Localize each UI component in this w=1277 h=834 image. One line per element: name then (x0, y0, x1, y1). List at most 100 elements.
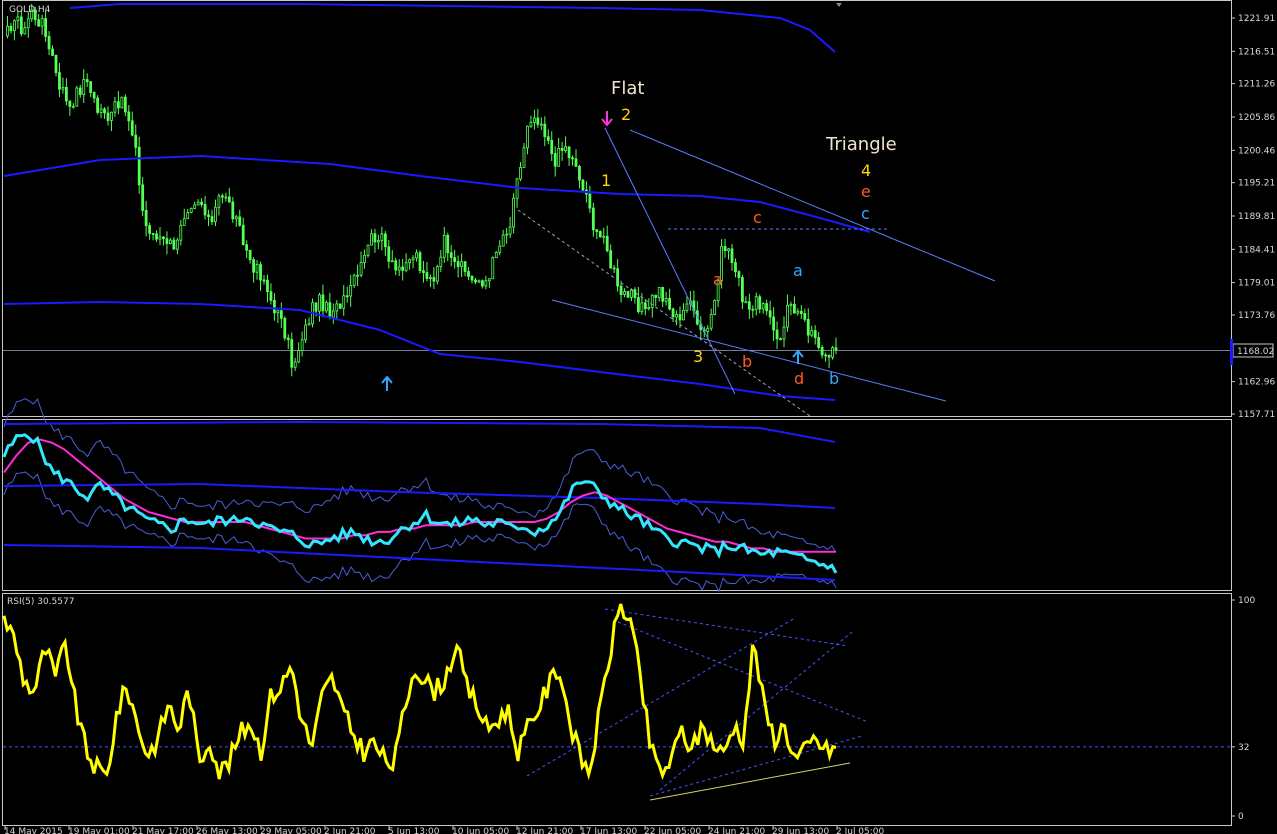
symbol-label: GOLD,H4 (9, 5, 51, 15)
candle-body (404, 262, 408, 271)
candle-body (595, 229, 599, 232)
candle-body (144, 210, 148, 227)
candle-body (47, 35, 51, 50)
ind-upper-envelope (3, 420, 836, 443)
candle-body (723, 246, 727, 252)
price-tick-label: 1184.41 (1238, 245, 1275, 255)
candle-body (664, 298, 668, 302)
candle-body (89, 81, 93, 93)
wave-b-blue-label: b (829, 369, 839, 388)
candle-body (103, 108, 106, 114)
candle-body (65, 86, 68, 102)
candle-body (772, 316, 775, 331)
candle-body (550, 140, 554, 154)
upper-trendline (629, 129, 996, 282)
candle-body (793, 303, 796, 314)
candle-body (276, 310, 280, 314)
candle-body (68, 100, 72, 107)
main-price-panel[interactable] (3, 3, 1231, 417)
candle-body (477, 280, 481, 283)
candle-body (141, 184, 145, 211)
candle-body (224, 196, 228, 199)
candle-body (117, 101, 120, 109)
middle-envelope-line (3, 154, 871, 233)
rsi-trend-dashed (604, 608, 849, 647)
candle-body (456, 261, 460, 267)
current-price-label: 1168.02 (1237, 347, 1274, 357)
candle-body (578, 165, 581, 181)
candle-body (543, 123, 547, 138)
candle-body (71, 105, 75, 108)
candle-body (564, 146, 567, 151)
candle-body (494, 251, 498, 259)
price-tick-label: 1157.71 (1238, 410, 1275, 420)
wave-e-label: e (861, 182, 871, 201)
candle-body (394, 260, 398, 271)
candle-body (338, 303, 342, 309)
candle-body (761, 303, 765, 310)
candles[interactable] (6, 3, 838, 377)
candle-body (539, 123, 543, 126)
up-arrow-icon (381, 375, 393, 391)
price-tick-label: 1221.91 (1238, 14, 1275, 24)
candle-body (300, 339, 304, 352)
candle-body (123, 96, 127, 113)
candle-body (397, 266, 401, 271)
candle-body (37, 19, 41, 27)
candle-body (827, 354, 831, 358)
candle-body (82, 79, 86, 95)
candle-body (616, 268, 619, 287)
time-tick-label: 26 May 13:00 (196, 827, 258, 834)
candle-body (643, 302, 647, 310)
chart-window: 1221.91 1216.51 1211.26 1205.86 1200.46 1195.… (0, 0, 1277, 834)
candle-body (241, 224, 245, 246)
candle-body (54, 55, 58, 74)
candle-body (12, 20, 16, 32)
time-tick-label: 29 Jun 13:00 (772, 827, 829, 834)
candle-body (810, 330, 814, 336)
candle-body (730, 248, 734, 263)
candle-body (380, 233, 384, 241)
time-tick-label: 17 Jun 13:00 (580, 827, 637, 834)
candle-body (782, 326, 786, 340)
wave-a-blue-label: a (793, 261, 803, 280)
candle-body (425, 272, 429, 279)
candle-body (99, 108, 103, 113)
candle-body (768, 310, 772, 318)
candle-body (480, 280, 484, 287)
time-tick-label: 29 May 05:00 (260, 827, 322, 834)
candle-body (165, 238, 169, 245)
candle-body (245, 244, 249, 251)
cyan-oscillator-line (2, 433, 838, 574)
chart-canvas[interactable]: 1221.91 1216.51 1211.26 1205.86 1200.46 1195.… (0, 0, 1277, 834)
candle-body (682, 309, 685, 321)
time-tick-label: 14 May 2015 (4, 827, 63, 834)
candle-body (754, 296, 758, 310)
candle-body (248, 249, 252, 261)
wave-3-label: 3 (693, 347, 703, 366)
candle-body (765, 303, 769, 312)
chart-shift-icon[interactable] (836, 3, 842, 7)
candle-body (272, 299, 276, 314)
rsi-trend-dashed (526, 617, 796, 777)
indicator-panel[interactable] (2, 398, 838, 593)
candle-body (186, 211, 190, 220)
price-tick-label: 1189.81 (1238, 212, 1275, 222)
price-tick-label: 1162.96 (1238, 378, 1275, 388)
candle-body (179, 224, 183, 241)
candle-body (85, 79, 89, 83)
candle-body (581, 179, 585, 191)
candle-body (356, 274, 360, 277)
candle-body (571, 157, 574, 160)
rsi-label: RSI(5) 30.5577 (7, 597, 74, 607)
candle-body (567, 146, 571, 159)
rsi-panel[interactable] (2, 603, 1231, 801)
candle-body (328, 302, 332, 318)
time-tick-label: 12 Jun 21:00 (516, 827, 573, 834)
price-tick-label: 1211.26 (1238, 80, 1275, 90)
candle-body (293, 361, 297, 368)
candle-body (23, 27, 27, 35)
rsi-trend-dashed (649, 735, 863, 797)
candle-body (654, 294, 658, 298)
candle-body (44, 18, 47, 37)
